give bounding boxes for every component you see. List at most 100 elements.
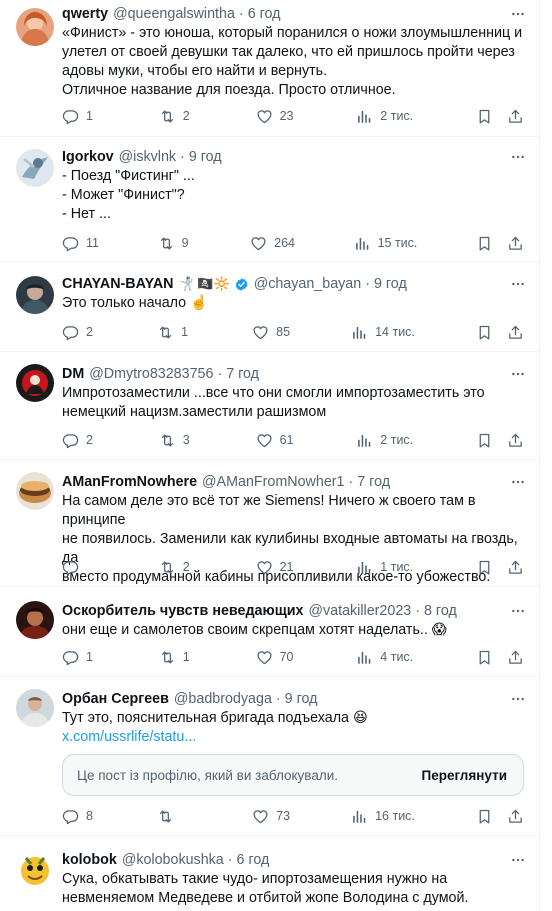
bookmark-button[interactable] [476, 647, 493, 667]
like-button[interactable]: 23 [256, 106, 294, 126]
like-button[interactable]: 21 [256, 557, 294, 577]
timestamp[interactable]: 6 год [248, 4, 281, 24]
author-name[interactable]: Орбан Сергеев [62, 689, 169, 709]
author-name[interactable]: DM [62, 364, 84, 384]
reply-button[interactable]: 1 [62, 647, 96, 667]
author-handle[interactable]: @Dmytro83283756 [89, 364, 213, 384]
author-name[interactable]: Igorkov [62, 147, 114, 167]
author-handle[interactable]: @kolobokushka [122, 850, 224, 870]
timestamp[interactable]: 7 год [226, 364, 259, 384]
like-button[interactable]: 61 [256, 430, 294, 450]
share-button[interactable] [507, 322, 524, 342]
author-handle[interactable]: @badbrodyaga [174, 689, 272, 709]
author-name[interactable]: qwerty [62, 4, 108, 24]
share-button[interactable] [507, 106, 524, 126]
views-button[interactable]: 2 тис. [356, 106, 413, 126]
more-icon[interactable] [510, 603, 526, 619]
post[interactable]: DM @Dmytro83283756 · 7 год Импротозамест… [0, 352, 540, 460]
avatar[interactable] [16, 276, 54, 314]
repost-button[interactable]: 1 [159, 647, 193, 667]
post[interactable]: kolobok @kolobokushka · 6 год Сука, обка… [0, 836, 540, 911]
like-button[interactable]: 85 [252, 322, 290, 342]
share-button[interactable] [507, 233, 524, 253]
author-name[interactable]: Оскорбитель чувств неведающих [62, 601, 304, 621]
like-icon [250, 235, 267, 252]
reply-icon [62, 559, 79, 576]
like-button[interactable]: 70 [256, 647, 294, 667]
bookmark-button[interactable] [476, 106, 493, 126]
author-handle[interactable]: @queengalswintha [113, 4, 235, 24]
repost-button[interactable]: 3 [159, 430, 193, 450]
repost-button[interactable]: 2 [159, 557, 193, 577]
repost-button[interactable] [157, 806, 191, 826]
share-icon [507, 235, 524, 252]
reply-button[interactable]: 2 [62, 322, 96, 342]
reply-button[interactable]: 8 [62, 806, 96, 826]
like-button[interactable]: 73 [252, 806, 290, 826]
bookmark-button[interactable] [476, 430, 493, 450]
reply-button[interactable]: 1 [62, 106, 96, 126]
post-link[interactable]: x.com/ussrlife/statu... [62, 728, 528, 747]
post[interactable]: AManFromNowhere @AManFromNowher1 · 7 год… [0, 460, 540, 587]
bookmark-button[interactable] [476, 806, 493, 826]
author-name[interactable]: AManFromNowhere [62, 472, 197, 492]
action-bar: 2 21 1 тис. [62, 557, 524, 577]
author-handle[interactable]: @chayan_bayan [254, 274, 362, 294]
views-button[interactable]: 15 тис. [354, 233, 417, 253]
timestamp[interactable]: 6 год [237, 850, 270, 870]
reply-button[interactable]: 11 [62, 233, 99, 253]
post[interactable]: Igorkov @iskvlnk · 9 год - Поезд "Фистин… [0, 137, 540, 262]
more-icon[interactable] [510, 6, 526, 22]
more-icon[interactable] [510, 149, 526, 165]
avatar[interactable] [16, 8, 54, 46]
views-button[interactable]: 16 тис. [351, 806, 415, 826]
post[interactable]: Орбан Сергеев @badbrodyaga · 9 год Тут э… [0, 677, 540, 836]
more-icon[interactable] [510, 474, 526, 490]
repost-button[interactable]: 9 [158, 233, 192, 253]
views-button[interactable]: 1 тис. [356, 557, 413, 577]
reply-button[interactable]: 2 [62, 430, 96, 450]
author-name[interactable]: CHAYAN-BAYAN [62, 274, 174, 294]
author-handle[interactable]: @vatakiller2023 [309, 601, 412, 621]
avatar[interactable] [16, 364, 54, 402]
views-button[interactable]: 2 тис. [356, 430, 413, 450]
view-blocked-button[interactable]: Переглянути [422, 768, 507, 783]
timestamp[interactable]: 9 год [285, 689, 318, 709]
more-icon[interactable] [510, 691, 526, 707]
reply-count: 8 [86, 809, 93, 823]
more-icon[interactable] [510, 276, 526, 292]
repost-button[interactable]: 2 [159, 106, 193, 126]
timestamp[interactable]: 7 год [357, 472, 390, 492]
author-handle[interactable]: @iskvlnk [119, 147, 176, 167]
avatar[interactable] [16, 689, 54, 727]
author-handle[interactable]: @AManFromNowher1 [202, 472, 344, 492]
more-icon[interactable] [510, 366, 526, 382]
post[interactable]: Оскорбитель чувств неведающих @vatakille… [0, 587, 540, 677]
views-button[interactable]: 14 тис. [351, 322, 415, 342]
reply-button[interactable] [62, 557, 96, 577]
avatar[interactable] [16, 149, 54, 187]
avatar[interactable] [16, 601, 54, 639]
post[interactable]: qwerty @queengalswintha · 6 год «Финист»… [0, 0, 540, 137]
timestamp[interactable]: 9 год [374, 274, 407, 294]
more-icon[interactable] [510, 852, 526, 868]
share-button[interactable] [507, 430, 524, 450]
like-button[interactable]: 264 [250, 233, 295, 253]
views-icon [356, 108, 373, 125]
share-button[interactable] [507, 647, 524, 667]
repost-button[interactable]: 1 [157, 322, 191, 342]
bookmark-button[interactable] [476, 322, 493, 342]
post-text: Тут это, пояснительная бригада подъехала… [62, 710, 368, 726]
bookmark-button[interactable] [476, 233, 493, 253]
bookmark-button[interactable] [476, 557, 493, 577]
avatar[interactable] [16, 850, 54, 888]
timestamp[interactable]: 9 год [189, 147, 222, 167]
timestamp[interactable]: 8 год [424, 601, 457, 621]
views-button[interactable]: 4 тис. [356, 647, 413, 667]
verified-badge-icon[interactable] [234, 277, 249, 292]
avatar[interactable] [16, 472, 54, 510]
author-name[interactable]: kolobok [62, 850, 117, 870]
share-button[interactable] [507, 557, 524, 577]
post[interactable]: CHAYAN-BAYAN 🤺 🏴‍☠️🔆 @chayan_bayan · 9 г… [0, 262, 540, 352]
share-button[interactable] [507, 806, 524, 826]
